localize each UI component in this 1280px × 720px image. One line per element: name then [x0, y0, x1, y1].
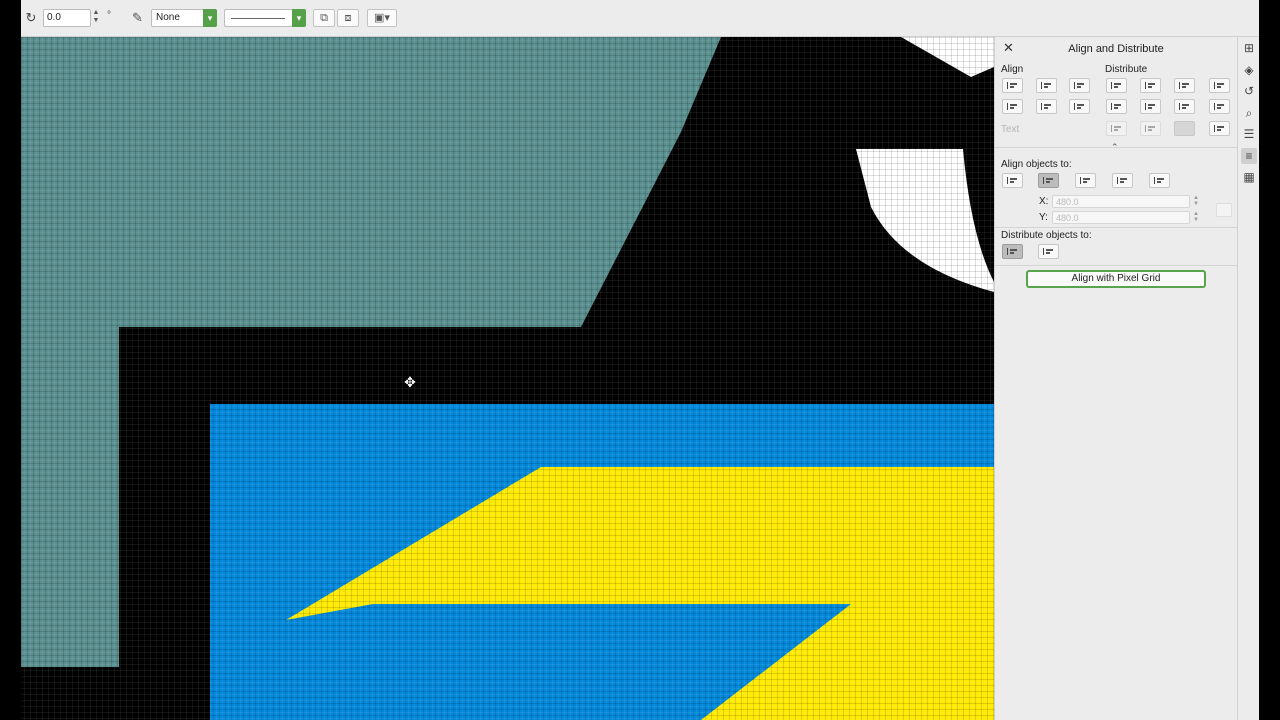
outline-style-select[interactable]: None ▾ [151, 9, 217, 27]
distribute-center-icon [1145, 82, 1157, 89]
text-baseline-first-button[interactable] [1106, 121, 1127, 136]
align-center-vertical-button[interactable] [1036, 99, 1057, 114]
right-margin [1259, 0, 1280, 720]
distribute-section-label: Distribute [1105, 64, 1148, 75]
align-top-button[interactable] [1002, 99, 1023, 114]
text-baseline-first-icon [1111, 125, 1123, 132]
align-to-page-edge-button[interactable] [1075, 173, 1096, 188]
point-icon [1154, 177, 1166, 184]
distribute-left-icon [1111, 82, 1123, 89]
align-to-grid-button[interactable] [1112, 173, 1133, 188]
distribute-to-selection-button[interactable] [1002, 244, 1023, 259]
table-icon[interactable]: ▦ [1241, 169, 1257, 185]
rotate-icon: ↻ [25, 10, 37, 25]
distribute-spacing-h-button[interactable] [1174, 78, 1195, 93]
frame-dropdown-button[interactable]: ▣▾ [367, 9, 397, 27]
text-options-button[interactable] [1209, 121, 1230, 136]
docker-header: ✕ Align and Distribute [995, 37, 1237, 59]
selection-icon [1043, 177, 1055, 184]
line-style-select[interactable]: ▾ [224, 9, 306, 27]
distribute-spacing-v-icon [1179, 103, 1191, 110]
properties-icon[interactable]: ⊞ [1241, 40, 1257, 56]
chevron-down-icon[interactable]: ▾ [203, 9, 217, 27]
distribute-middle-button[interactable] [1140, 99, 1161, 114]
y-input[interactable]: 480.0 [1052, 211, 1190, 224]
page-edge-icon [1080, 177, 1092, 184]
objects-icon[interactable]: ☰ [1241, 126, 1257, 142]
active-objects-icon [1007, 177, 1019, 184]
text-align-label: Text [1001, 124, 1020, 135]
align-center-horizontal-icon [1041, 82, 1053, 89]
align-objects-to-label: Align objects to: [1001, 159, 1072, 170]
degree-label: ° [107, 10, 111, 21]
align-left-button[interactable] [1002, 78, 1023, 93]
move-cursor-icon: ✥ [404, 374, 416, 390]
pixel-grid-overlay [21, 37, 994, 720]
align-to-point-button[interactable] [1149, 173, 1170, 188]
distribute-top-button[interactable] [1106, 99, 1127, 114]
distribute-page-icon [1043, 248, 1055, 255]
distribute-spacing-h-icon [1179, 82, 1191, 89]
align-right-button[interactable] [1069, 78, 1090, 93]
find-icon[interactable]: ⌕ [1241, 105, 1257, 121]
divider [995, 147, 1237, 148]
x-input[interactable]: 480.0 [1052, 195, 1190, 208]
history-icon[interactable]: ↺ [1241, 83, 1257, 99]
text-baseline-last-icon [1145, 125, 1157, 132]
docker-tabs-toolbar: ⊞ ◈ ↺ ⌕ ☰ ≡ ▦ [1237, 37, 1259, 720]
drawing-canvas[interactable]: ✥ [21, 37, 994, 720]
align-bottom-button[interactable] [1069, 99, 1090, 114]
distribute-right-button[interactable] [1209, 78, 1230, 93]
property-bar: ↻ 0.0 ▲ ▼ ° ✎ None ▾ ▾ ⧉ ⧈ ▣▾ [21, 0, 1259, 37]
distribute-bottom-icon [1214, 103, 1226, 110]
distribute-middle-icon [1145, 103, 1157, 110]
order-button[interactable]: ⧈ [337, 9, 359, 27]
distribute-center-button[interactable] [1140, 78, 1161, 93]
text-baseline-last-button[interactable] [1140, 121, 1161, 136]
distribute-bottom-button[interactable] [1209, 99, 1230, 114]
rotation-spinner[interactable]: ▲ ▼ [91, 9, 101, 27]
divider [995, 227, 1237, 228]
wrap-text-button[interactable]: ⧉ [313, 9, 335, 27]
x-label: X: [1039, 196, 1049, 207]
align-center-horizontal-button[interactable] [1036, 78, 1057, 93]
divider [995, 265, 1237, 266]
pen-icon: ✎ [132, 10, 143, 25]
lock-ratio-button[interactable] [1216, 203, 1232, 217]
outline-style-value: None [156, 12, 180, 23]
left-margin [0, 0, 21, 720]
distribute-right-icon [1214, 82, 1226, 89]
align-top-icon [1007, 103, 1019, 110]
distribute-top-icon [1111, 103, 1123, 110]
x-spinner[interactable]: ▲ ▼ [1193, 195, 1199, 207]
text-options-icon [1214, 125, 1226, 132]
align-icon[interactable]: ≡ [1241, 148, 1257, 164]
docker-title: Align and Distribute [1068, 43, 1164, 55]
align-section-label: Align [1001, 64, 1024, 75]
y-spinner[interactable]: ▲ ▼ [1193, 211, 1199, 223]
y-label: Y: [1039, 212, 1048, 223]
align-center-vertical-icon [1041, 103, 1053, 110]
align-bottom-icon [1074, 103, 1086, 110]
distribute-left-button[interactable] [1106, 78, 1127, 93]
text-bounding-box-button[interactable] [1174, 121, 1195, 136]
align-to-active-objects-button[interactable] [1002, 173, 1023, 188]
distribute-selection-icon [1007, 248, 1019, 255]
grid-icon [1117, 177, 1129, 184]
align-right-icon [1074, 82, 1086, 89]
line-style-preview [231, 18, 285, 19]
align-with-pixel-grid-button[interactable]: Align with Pixel Grid [1026, 270, 1206, 288]
layers-icon[interactable]: ◈ [1241, 62, 1257, 78]
align-distribute-docker: ✕ Align and Distribute Align Distribute … [994, 37, 1237, 720]
distribute-objects-to-label: Distribute objects to: [1001, 230, 1092, 241]
align-to-selection-button[interactable] [1038, 173, 1059, 188]
distribute-to-page-button[interactable] [1038, 244, 1059, 259]
chevron-down-icon[interactable]: ▾ [292, 9, 306, 27]
distribute-spacing-v-button[interactable] [1174, 99, 1195, 114]
rotation-input[interactable]: 0.0 [43, 9, 91, 27]
align-left-icon [1007, 82, 1019, 89]
